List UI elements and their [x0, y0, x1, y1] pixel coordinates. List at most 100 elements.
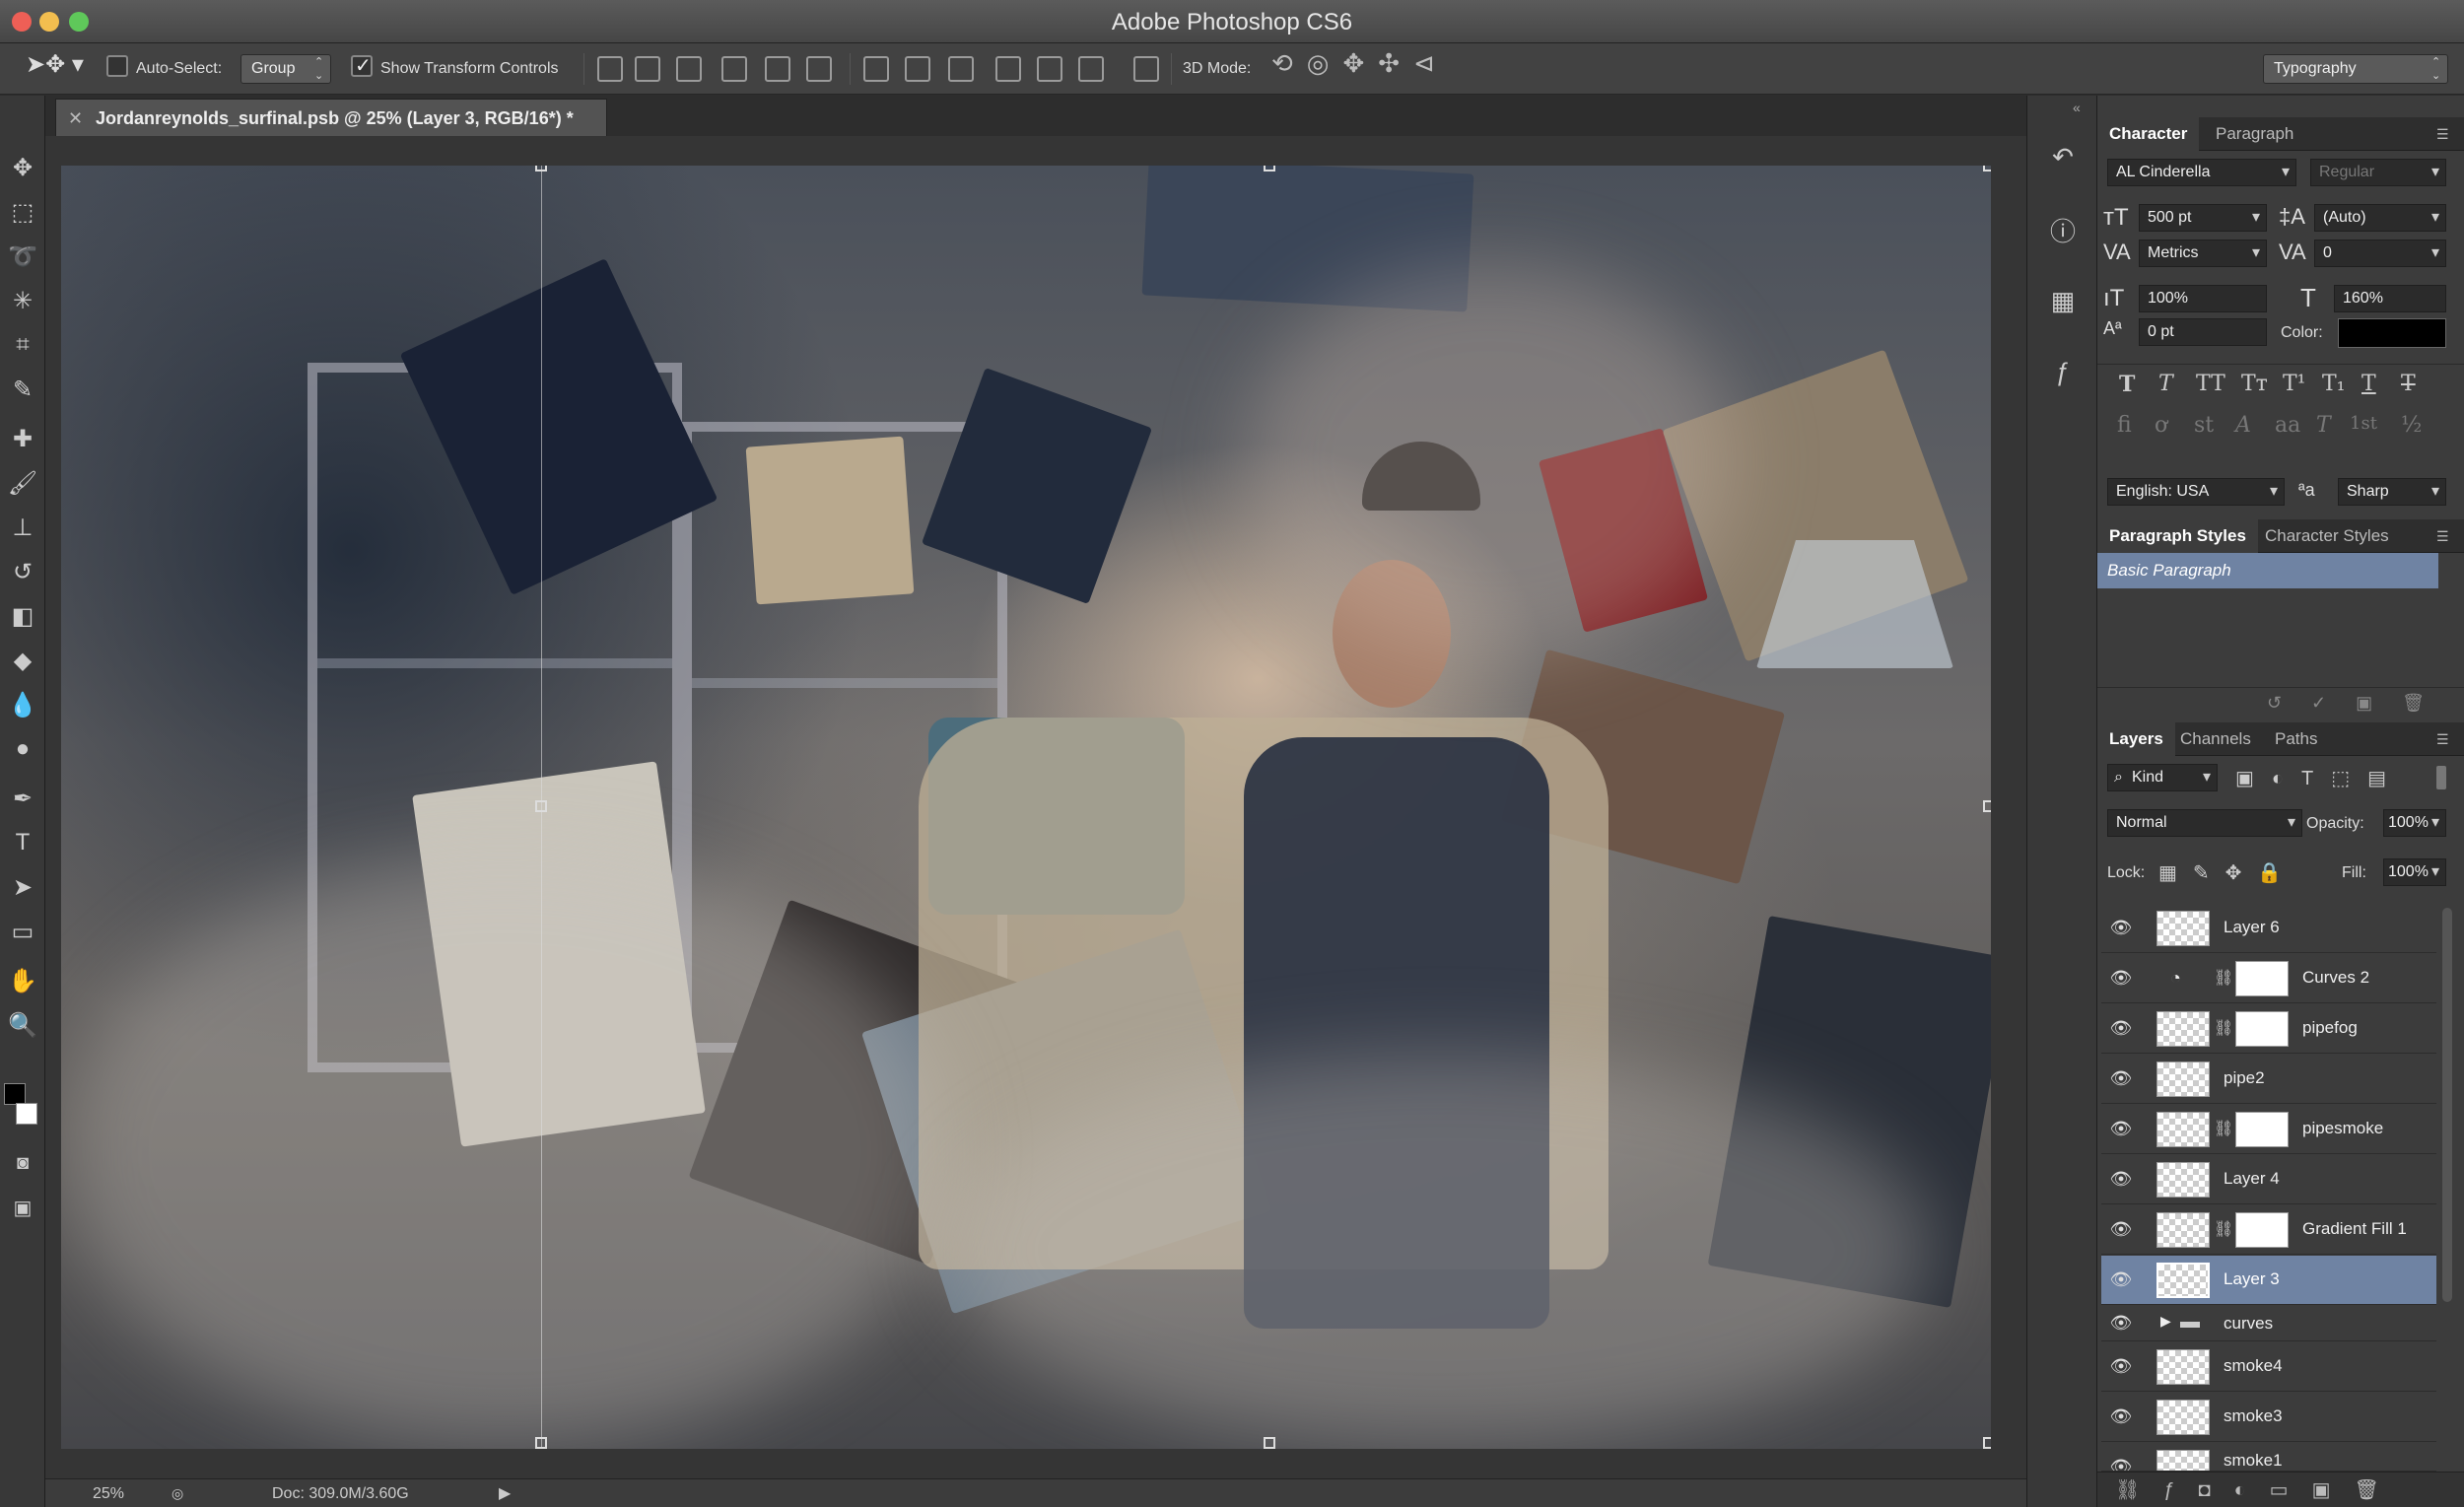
strikethrough-icon[interactable]: T	[2401, 372, 2416, 396]
discretionary-ligatures-icon[interactable]: st	[2194, 413, 2214, 438]
lasso-tool-icon[interactable]: ➰	[6, 240, 39, 273]
eyedropper-tool-icon[interactable]: ✎	[6, 373, 39, 406]
distribute-hcenter-icon[interactable]	[1037, 56, 1062, 82]
transform-handle[interactable]	[535, 800, 547, 812]
collapse-icon[interactable]: «	[2073, 100, 2081, 115]
all-caps-icon[interactable]: TT	[2196, 372, 2225, 396]
3d-mode-tools-icon[interactable]: ⟲◎✥✣⊲	[1271, 49, 1449, 77]
foreground-color-swatch[interactable]	[4, 1083, 26, 1105]
kerning-field[interactable]: Metrics	[2139, 240, 2267, 267]
move-tool-icon[interactable]: ✥	[6, 151, 39, 184]
layer-row-selected[interactable]: 👁 Layer 3	[2101, 1256, 2436, 1305]
transform-handle[interactable]	[1983, 800, 1991, 812]
show-transform-controls-checkbox[interactable]	[351, 53, 373, 78]
history-brush-tool-icon[interactable]: ↺	[6, 555, 39, 588]
horizontal-scale-field[interactable]: 160%	[2334, 285, 2446, 312]
tab-character[interactable]: Character	[2097, 117, 2200, 151]
faux-italic-icon[interactable]: T	[2158, 372, 2173, 396]
superscript-icon[interactable]: T¹	[2283, 372, 2306, 396]
distribute-bottom-icon[interactable]	[948, 56, 974, 82]
distribute-top-icon[interactable]	[863, 56, 889, 82]
auto-align-layers-icon[interactable]	[1133, 56, 1159, 82]
hand-tool-icon[interactable]: ✋	[6, 964, 39, 997]
align-horizontal-centers-icon[interactable]	[765, 56, 790, 82]
link-chain-icon[interactable]: ⛓	[2214, 1119, 2233, 1138]
faux-bold-icon[interactable]: T	[2119, 372, 2135, 397]
link-chain-icon[interactable]: ⛓	[2214, 1018, 2233, 1038]
fractions-icon[interactable]: ½	[2401, 413, 2422, 438]
path-selection-tool-icon[interactable]: ➤	[6, 870, 39, 904]
small-caps-icon[interactable]: Tт	[2241, 372, 2268, 396]
layer-row[interactable]: 👁 ⛓ pipesmoke	[2101, 1105, 2436, 1154]
move-tool-preset-icon[interactable]: ➤✥ ▾	[26, 51, 84, 79]
visibility-eye-icon[interactable]: 👁	[2109, 1119, 2133, 1138]
align-vertical-centers-icon[interactable]	[635, 56, 660, 82]
styles-panel-icon[interactable]: ƒ	[2045, 354, 2081, 389]
distribute-left-icon[interactable]	[995, 56, 1021, 82]
tab-layers[interactable]: Layers	[2097, 722, 2175, 756]
dodge-tool-icon[interactable]: ●	[6, 732, 39, 766]
rectangle-tool-icon[interactable]: ▭	[6, 915, 39, 948]
transform-handle[interactable]	[1983, 166, 1991, 171]
visibility-eye-icon[interactable]: 👁	[2109, 1169, 2133, 1189]
auto-select-checkbox[interactable]	[106, 55, 128, 77]
tab-character-styles[interactable]: Character Styles	[2253, 519, 2401, 553]
visibility-eye-icon[interactable]: 👁	[2109, 1018, 2133, 1038]
layer-filter-icons[interactable]: ▣◐T⬚▤	[2235, 766, 2404, 790]
screen-mode-icon[interactable]: ▣	[6, 1191, 39, 1224]
layer-row[interactable]: 👁 smoke1	[2101, 1443, 2436, 1472]
opacity-field[interactable]: 100%	[2383, 809, 2446, 837]
visibility-eye-icon[interactable]: 👁	[2109, 918, 2133, 937]
fill-field[interactable]: 100%	[2383, 858, 2446, 886]
transform-handle[interactable]	[1264, 1437, 1275, 1449]
visibility-eye-icon[interactable]: 👁	[2109, 1457, 2133, 1471]
layers-footer-icons[interactable]: ⛓ƒ◘◐▭▣🗑	[2097, 1472, 2464, 1507]
align-right-edges-icon[interactable]	[806, 56, 832, 82]
titling-alternates-icon[interactable]: T	[2316, 413, 2331, 438]
auto-select-target-select[interactable]: Group	[240, 54, 331, 84]
text-color-swatch[interactable]	[2338, 318, 2446, 348]
transform-handle[interactable]	[1983, 1437, 1991, 1449]
lock-icons[interactable]: ▦✎✥🔒	[2158, 860, 2297, 885]
tab-paths[interactable]: Paths	[2263, 722, 2329, 756]
leading-field[interactable]: (Auto)	[2314, 204, 2446, 232]
type-tool-icon[interactable]: T	[6, 826, 39, 859]
paragraph-style-item[interactable]: Basic Paragraph	[2097, 553, 2438, 588]
ordinals-icon[interactable]: 1st	[2350, 413, 2377, 434]
visibility-eye-icon[interactable]: 👁	[2109, 1356, 2133, 1376]
document-canvas[interactable]	[61, 166, 1991, 1449]
paragraph-styles-footer-icons[interactable]: ↺✓▣🗑	[2097, 687, 2464, 717]
tab-paragraph[interactable]: Paragraph	[2204, 117, 2305, 151]
swatches-panel-icon[interactable]: ▦	[2045, 283, 2081, 318]
layer-filter-kind-select[interactable]: ⌕ Kind	[2107, 764, 2218, 791]
visibility-eye-icon[interactable]: 👁	[2109, 1219, 2133, 1239]
visibility-eye-icon[interactable]: 👁	[2109, 968, 2133, 988]
workspace-select[interactable]: Typography	[2263, 54, 2448, 84]
link-chain-icon[interactable]: ⛓	[2214, 1219, 2233, 1239]
layer-row[interactable]: 👁 pipe2	[2101, 1055, 2436, 1104]
eraser-tool-icon[interactable]: ◧	[6, 599, 39, 633]
panel-menu-icon[interactable]: ☰	[2425, 519, 2461, 553]
language-select[interactable]: English: USA	[2107, 478, 2285, 506]
healing-brush-tool-icon[interactable]: ✚	[6, 422, 39, 455]
distribute-vcenter-icon[interactable]	[905, 56, 930, 82]
font-style-select[interactable]: Regular	[2310, 159, 2446, 186]
underline-icon[interactable]: T	[2361, 372, 2376, 396]
baseline-shift-field[interactable]: 0 pt	[2139, 318, 2267, 346]
subscript-icon[interactable]: T₁	[2322, 372, 2346, 396]
clone-stamp-tool-icon[interactable]: ⊥	[6, 511, 39, 544]
filter-toggle[interactable]	[2436, 766, 2446, 789]
align-top-edges-icon[interactable]	[597, 56, 623, 82]
tab-paragraph-styles[interactable]: Paragraph Styles	[2097, 519, 2258, 553]
brush-tool-icon[interactable]: 🖌	[6, 466, 39, 500]
visibility-eye-icon[interactable]: 👁	[2109, 1068, 2133, 1088]
layer-row[interactable]: 👁 ◔ ⛓ Curves 2	[2101, 954, 2436, 1003]
info-panel-icon[interactable]: ⓘ	[2045, 212, 2081, 247]
antialias-select[interactable]: Sharp	[2338, 478, 2446, 506]
blend-mode-select[interactable]: Normal	[2107, 809, 2302, 837]
magic-wand-tool-icon[interactable]: ✳	[6, 284, 39, 317]
blur-tool-icon[interactable]: 💧	[6, 688, 39, 721]
background-color-swatch[interactable]	[16, 1103, 37, 1125]
font-size-field[interactable]: 500 pt	[2139, 204, 2267, 232]
zoom-tool-icon[interactable]: 🔍	[6, 1008, 39, 1042]
